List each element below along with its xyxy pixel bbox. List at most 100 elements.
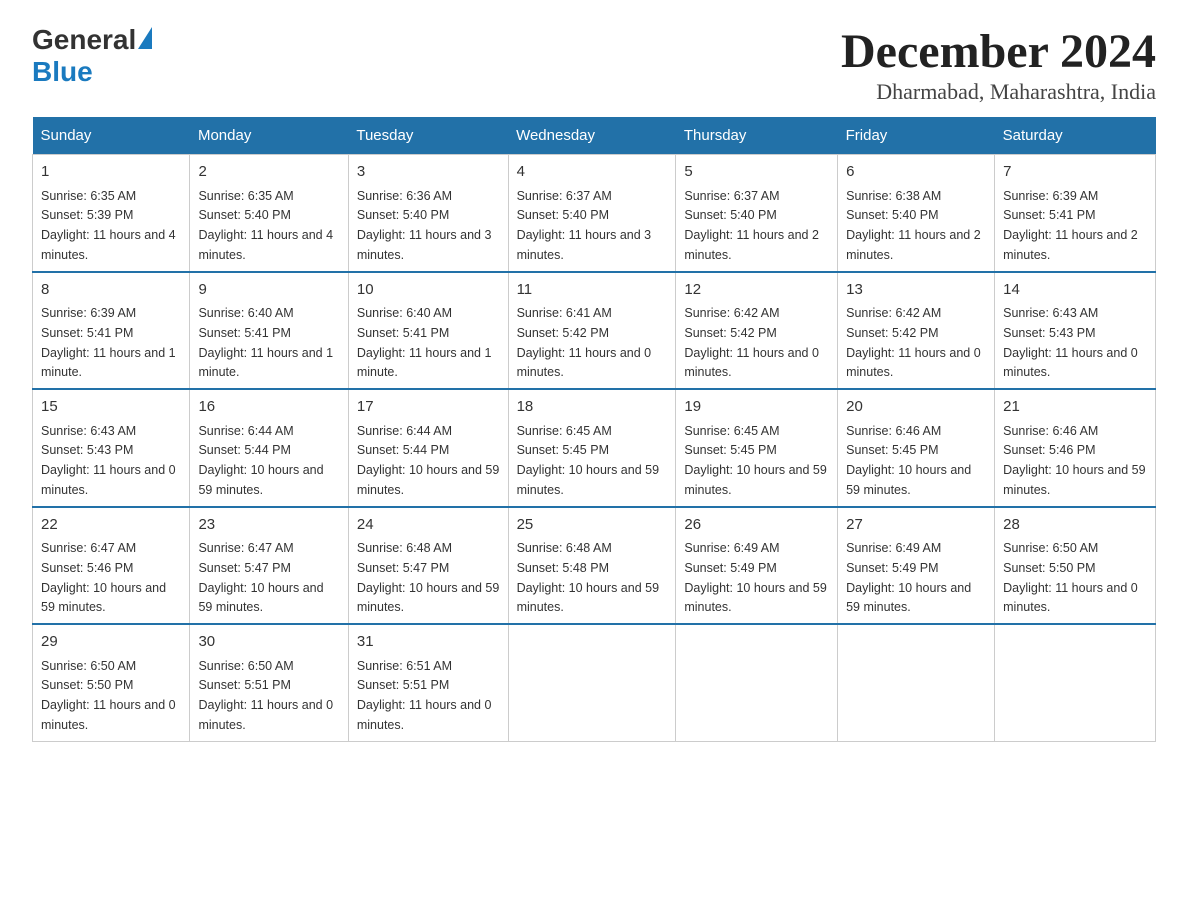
week-row-4: 22 Sunrise: 6:47 AMSunset: 5:46 PMDayligh… [33, 507, 1156, 625]
calendar-cell: 19 Sunrise: 6:45 AMSunset: 5:45 PMDayligh… [676, 389, 838, 507]
day-info: Sunrise: 6:50 AMSunset: 5:51 PMDaylight:… [198, 659, 333, 732]
page-header: General Blue December 2024 Dharmabad, Ma… [32, 24, 1156, 105]
day-number: 12 [684, 279, 829, 302]
day-info: Sunrise: 6:46 AMSunset: 5:46 PMDaylight:… [1003, 424, 1145, 497]
column-header-friday: Friday [838, 117, 995, 155]
day-number: 3 [357, 161, 500, 184]
calendar-cell: 22 Sunrise: 6:47 AMSunset: 5:46 PMDayligh… [33, 507, 190, 625]
calendar-cell: 28 Sunrise: 6:50 AMSunset: 5:50 PMDayligh… [995, 507, 1156, 625]
day-number: 25 [517, 514, 668, 537]
day-info: Sunrise: 6:42 AMSunset: 5:42 PMDaylight:… [684, 306, 819, 379]
column-header-saturday: Saturday [995, 117, 1156, 155]
calendar-cell: 17Sunrise: 6:44 AMSunset: 5:44 PMDayligh… [348, 389, 508, 507]
day-info: Sunrise: 6:42 AMSunset: 5:42 PMDaylight:… [846, 306, 981, 379]
day-info: Sunrise: 6:41 AMSunset: 5:42 PMDaylight:… [517, 306, 652, 379]
logo-triangle-icon [138, 27, 152, 49]
week-row-3: 15 Sunrise: 6:43 AMSunset: 5:43 PMDayligh… [33, 389, 1156, 507]
day-number: 23 [198, 514, 339, 537]
calendar-cell: 29 Sunrise: 6:50 AMSunset: 5:50 PMDayligh… [33, 624, 190, 741]
calendar-header-row: SundayMondayTuesdayWednesdayThursdayFrid… [33, 117, 1156, 155]
day-number: 14 [1003, 279, 1147, 302]
calendar-cell: 20 Sunrise: 6:46 AMSunset: 5:45 PMDayligh… [838, 389, 995, 507]
day-info: Sunrise: 6:37 AMSunset: 5:40 PMDaylight:… [517, 189, 652, 262]
day-number: 21 [1003, 396, 1147, 419]
day-number: 30 [198, 631, 339, 654]
calendar-cell: 27 Sunrise: 6:49 AMSunset: 5:49 PMDayligh… [838, 507, 995, 625]
day-info: Sunrise: 6:43 AMSunset: 5:43 PMDaylight:… [41, 424, 176, 497]
logo-general-text: General [32, 24, 136, 56]
day-number: 28 [1003, 514, 1147, 537]
calendar-cell: 23 Sunrise: 6:47 AMSunset: 5:47 PMDayligh… [190, 507, 348, 625]
day-number: 27 [846, 514, 986, 537]
week-row-1: 1Sunrise: 6:35 AMSunset: 5:39 PMDaylight… [33, 155, 1156, 272]
day-number: 16 [198, 396, 339, 419]
calendar-cell: 26 Sunrise: 6:49 AMSunset: 5:49 PMDayligh… [676, 507, 838, 625]
day-info: Sunrise: 6:47 AMSunset: 5:47 PMDaylight:… [198, 541, 323, 614]
day-info: Sunrise: 6:37 AMSunset: 5:40 PMDaylight:… [684, 189, 819, 262]
day-number: 6 [846, 161, 986, 184]
logo-blue-text: Blue [32, 56, 93, 88]
day-number: 20 [846, 396, 986, 419]
column-header-wednesday: Wednesday [508, 117, 676, 155]
calendar-cell: 9Sunrise: 6:40 AMSunset: 5:41 PMDaylight… [190, 272, 348, 390]
day-number: 31 [357, 631, 500, 654]
day-info: Sunrise: 6:45 AMSunset: 5:45 PMDaylight:… [517, 424, 659, 497]
calendar-cell [676, 624, 838, 741]
day-info: Sunrise: 6:49 AMSunset: 5:49 PMDaylight:… [846, 541, 971, 614]
day-number: 24 [357, 514, 500, 537]
day-number: 22 [41, 514, 181, 537]
day-number: 10 [357, 279, 500, 302]
day-number: 19 [684, 396, 829, 419]
day-number: 11 [517, 279, 668, 302]
calendar-cell: 13 Sunrise: 6:42 AMSunset: 5:42 PMDayligh… [838, 272, 995, 390]
day-number: 17 [357, 396, 500, 419]
calendar-cell: 16Sunrise: 6:44 AMSunset: 5:44 PMDayligh… [190, 389, 348, 507]
day-info: Sunrise: 6:50 AMSunset: 5:50 PMDaylight:… [41, 659, 176, 732]
calendar-cell: 11 Sunrise: 6:41 AMSunset: 5:42 PMDayligh… [508, 272, 676, 390]
day-info: Sunrise: 6:36 AMSunset: 5:40 PMDaylight:… [357, 189, 492, 262]
day-number: 13 [846, 279, 986, 302]
calendar-cell: 5 Sunrise: 6:37 AMSunset: 5:40 PMDaylight… [676, 155, 838, 272]
day-number: 4 [517, 161, 668, 184]
day-info: Sunrise: 6:48 AMSunset: 5:47 PMDaylight:… [357, 541, 499, 614]
calendar-cell: 4 Sunrise: 6:37 AMSunset: 5:40 PMDaylight… [508, 155, 676, 272]
calendar-cell: 6 Sunrise: 6:38 AMSunset: 5:40 PMDaylight… [838, 155, 995, 272]
day-number: 5 [684, 161, 829, 184]
calendar-cell: 8Sunrise: 6:39 AMSunset: 5:41 PMDaylight… [33, 272, 190, 390]
calendar-cell: 1Sunrise: 6:35 AMSunset: 5:39 PMDaylight… [33, 155, 190, 272]
day-info: Sunrise: 6:50 AMSunset: 5:50 PMDaylight:… [1003, 541, 1138, 614]
column-header-thursday: Thursday [676, 117, 838, 155]
day-info: Sunrise: 6:48 AMSunset: 5:48 PMDaylight:… [517, 541, 659, 614]
calendar-table: SundayMondayTuesdayWednesdayThursdayFrid… [32, 117, 1156, 742]
day-info: Sunrise: 6:39 AMSunset: 5:41 PMDaylight:… [1003, 189, 1138, 262]
calendar-cell: 24 Sunrise: 6:48 AMSunset: 5:47 PMDayligh… [348, 507, 508, 625]
day-info: Sunrise: 6:46 AMSunset: 5:45 PMDaylight:… [846, 424, 971, 497]
day-info: Sunrise: 6:49 AMSunset: 5:49 PMDaylight:… [684, 541, 826, 614]
day-number: 8 [41, 279, 181, 302]
day-number: 29 [41, 631, 181, 654]
column-header-monday: Monday [190, 117, 348, 155]
day-info: Sunrise: 6:51 AMSunset: 5:51 PMDaylight:… [357, 659, 492, 732]
title-section: December 2024 Dharmabad, Maharashtra, In… [841, 24, 1156, 105]
day-number: 18 [517, 396, 668, 419]
column-header-tuesday: Tuesday [348, 117, 508, 155]
day-info: Sunrise: 6:38 AMSunset: 5:40 PMDaylight:… [846, 189, 981, 262]
calendar-cell: 12 Sunrise: 6:42 AMSunset: 5:42 PMDayligh… [676, 272, 838, 390]
page-title: December 2024 [841, 24, 1156, 79]
day-number: 2 [198, 161, 339, 184]
calendar-cell: 18 Sunrise: 6:45 AMSunset: 5:45 PMDayligh… [508, 389, 676, 507]
calendar-cell: 15 Sunrise: 6:43 AMSunset: 5:43 PMDayligh… [33, 389, 190, 507]
day-number: 15 [41, 396, 181, 419]
calendar-cell [995, 624, 1156, 741]
day-info: Sunrise: 6:43 AMSunset: 5:43 PMDaylight:… [1003, 306, 1138, 379]
day-number: 7 [1003, 161, 1147, 184]
calendar-cell: 21 Sunrise: 6:46 AMSunset: 5:46 PMDayligh… [995, 389, 1156, 507]
day-number: 26 [684, 514, 829, 537]
day-info: Sunrise: 6:45 AMSunset: 5:45 PMDaylight:… [684, 424, 826, 497]
calendar-cell: 7 Sunrise: 6:39 AMSunset: 5:41 PMDaylight… [995, 155, 1156, 272]
calendar-cell: 25 Sunrise: 6:48 AMSunset: 5:48 PMDayligh… [508, 507, 676, 625]
day-info: Sunrise: 6:47 AMSunset: 5:46 PMDaylight:… [41, 541, 166, 614]
calendar-cell: 31 Sunrise: 6:51 AMSunset: 5:51 PMDayligh… [348, 624, 508, 741]
logo: General Blue [32, 24, 152, 88]
calendar-cell: 10Sunrise: 6:40 AMSunset: 5:41 PMDayligh… [348, 272, 508, 390]
